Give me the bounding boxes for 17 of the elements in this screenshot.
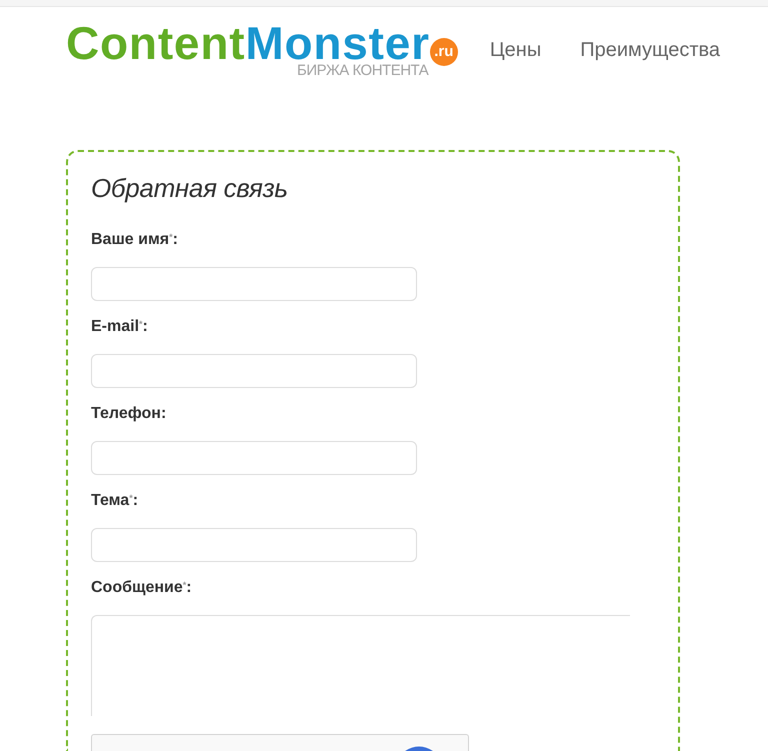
input-field[interactable] [91,354,417,388]
input-field[interactable] [91,267,417,301]
input-field[interactable] [91,441,417,475]
recaptcha-widget[interactable] [91,734,469,751]
logo-tagline: БИРЖА КОНТЕНТА [297,63,428,78]
domain-badge: .ru [430,38,458,66]
recaptcha-logo-icon [404,745,434,751]
field-label: Сообщение$^{*}$: [91,578,192,598]
field-label: E-mail$^{*}$: [91,317,148,337]
logo-wordmark: ContentMonster [66,25,430,61]
field-label: Телефон: [91,404,166,424]
form-title: Обратная связь [91,172,288,204]
field-label: Ваше имя$^{*}$: [91,230,178,250]
nav-link[interactable]: Преимущества [580,38,720,62]
nav-link[interactable]: Цены [490,38,542,62]
field-label: Тема$^{*}$: [91,491,138,511]
input-field[interactable] [91,528,417,562]
